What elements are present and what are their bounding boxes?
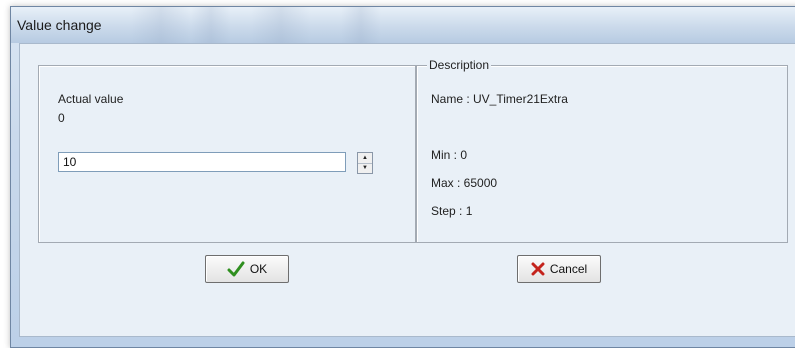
title-bar-reflection [191, 7, 231, 43]
spin-down-button[interactable]: ▼ [358, 163, 372, 173]
actual-value-label: Actual value [58, 92, 124, 106]
window-title: Value change [17, 17, 102, 33]
red-x-icon [531, 262, 545, 276]
description-name: Name : UV_Timer21Extra [431, 92, 568, 106]
cancel-button-label: Cancel [549, 262, 588, 276]
description-max: Max : 65000 [431, 176, 498, 190]
title-bar[interactable]: Value change [11, 7, 795, 43]
description-groupbox: Description Name : UV_Timer21Extra Min :… [416, 58, 788, 243]
description-step: Step : 1 [431, 204, 473, 218]
description-group-label: Description [427, 58, 492, 72]
value-spinner[interactable]: ▲ ▼ [357, 152, 373, 174]
title-bar-reflection [341, 7, 381, 43]
arrow-down-icon: ▼ [362, 165, 368, 171]
arrow-up-icon: ▲ [362, 155, 368, 161]
dialog-client-area: Actual value 0 ▲ ▼ Description Name : UV… [19, 43, 795, 337]
value-change-dialog: Value change Actual value 0 ▲ ▼ Descript… [10, 6, 795, 348]
ok-button[interactable]: OK [205, 255, 289, 283]
value-input[interactable] [58, 152, 346, 172]
actual-value: 0 [58, 111, 65, 125]
title-bar-reflection [131, 7, 191, 43]
title-bar-reflection [251, 7, 311, 43]
ok-button-label: OK [249, 262, 268, 276]
checkmark-icon [227, 261, 245, 277]
description-min: Min : 0 [431, 148, 468, 162]
actual-value-panel: Actual value 0 ▲ ▼ [38, 65, 416, 243]
cancel-button[interactable]: Cancel [517, 255, 601, 283]
